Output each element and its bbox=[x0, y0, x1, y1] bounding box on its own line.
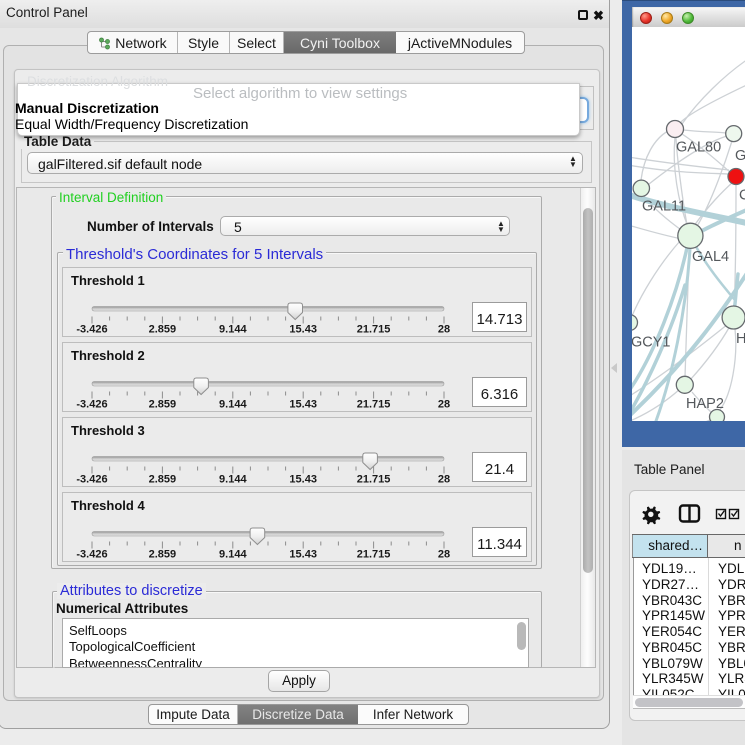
svg-text:CY: CY bbox=[739, 188, 745, 204]
svg-text:-3.426: -3.426 bbox=[76, 399, 107, 411]
svg-text:2.859: 2.859 bbox=[149, 549, 177, 561]
svg-text:21.715: 21.715 bbox=[357, 549, 391, 561]
svg-text:2.859: 2.859 bbox=[149, 399, 177, 411]
svg-text:9.144: 9.144 bbox=[219, 324, 247, 336]
svg-text:HAP2: HAP2 bbox=[686, 396, 724, 412]
svg-text:GAL11: GAL11 bbox=[642, 199, 686, 215]
svg-text:-3.426: -3.426 bbox=[76, 549, 107, 561]
svg-text:28: 28 bbox=[438, 399, 450, 411]
svg-text:-3.426: -3.426 bbox=[76, 474, 107, 486]
svg-text:2.859: 2.859 bbox=[149, 474, 177, 486]
svg-text:28: 28 bbox=[438, 324, 450, 336]
svg-text:21.715: 21.715 bbox=[357, 474, 391, 486]
svg-text:28: 28 bbox=[438, 474, 450, 486]
svg-text:GAL4: GAL4 bbox=[692, 249, 729, 265]
svg-text:28: 28 bbox=[438, 549, 450, 561]
svg-text:GA: GA bbox=[735, 148, 745, 164]
svg-text:GAL80: GAL80 bbox=[676, 140, 721, 156]
svg-text:21.715: 21.715 bbox=[357, 399, 391, 411]
svg-text:9.144: 9.144 bbox=[219, 399, 247, 411]
svg-text:21.715: 21.715 bbox=[357, 324, 391, 336]
svg-text:-3.426: -3.426 bbox=[76, 324, 107, 336]
svg-text:15.43: 15.43 bbox=[289, 399, 317, 411]
svg-text:9.144: 9.144 bbox=[219, 549, 247, 561]
svg-text:15.43: 15.43 bbox=[289, 324, 317, 336]
svg-text:9.144: 9.144 bbox=[219, 474, 247, 486]
svg-text:15.43: 15.43 bbox=[289, 474, 317, 486]
svg-text:2.859: 2.859 bbox=[149, 324, 177, 336]
svg-text:GCY1: GCY1 bbox=[632, 335, 671, 351]
svg-text:HA: HA bbox=[736, 331, 745, 347]
svg-text:15.43: 15.43 bbox=[289, 549, 317, 561]
